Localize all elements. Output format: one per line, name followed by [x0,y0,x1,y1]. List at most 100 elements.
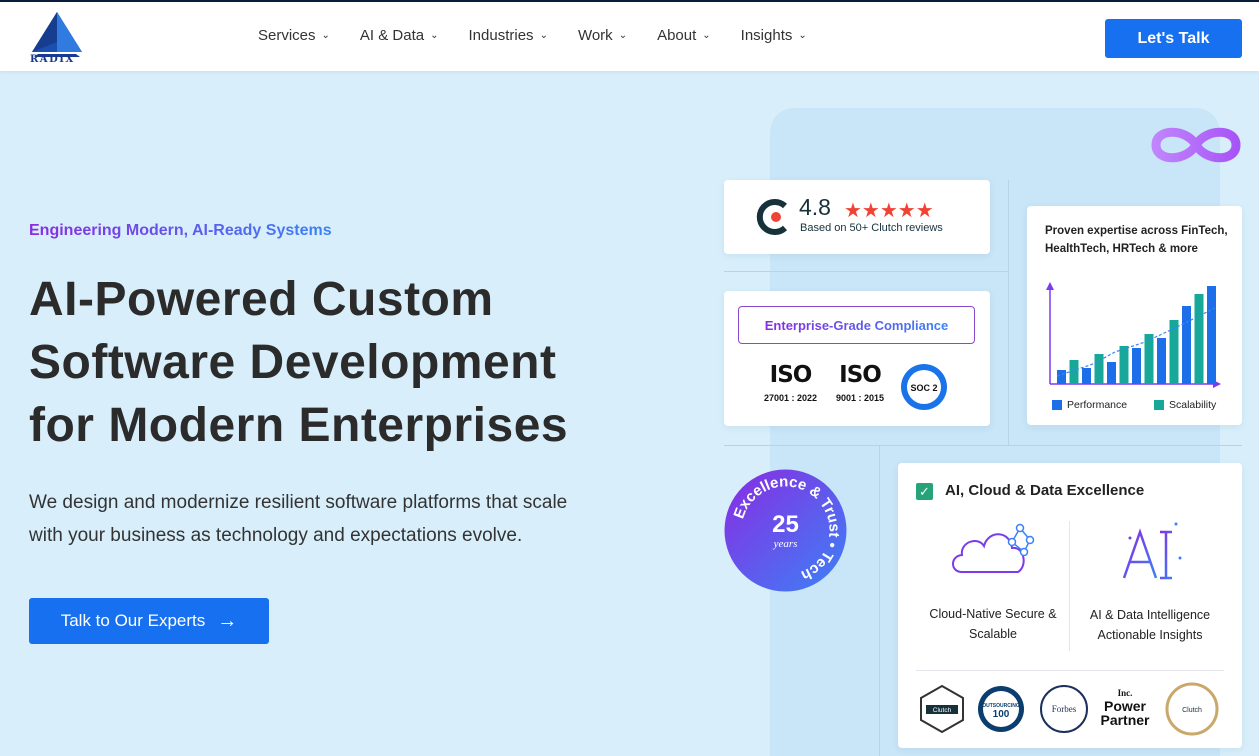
legend-label: Scalability [1169,399,1217,411]
badge-text: Clutch [933,707,952,714]
check-icon: ✓ [916,483,933,500]
iso-word: ISO [769,362,813,388]
menu-label: Insights [740,27,793,44]
menu-label: Work [577,27,613,44]
button-label: Talk to Our Experts [60,611,206,630]
badge-text: Clutch [1182,707,1202,714]
chevron-down-icon: ⌄ [430,30,439,41]
menu-label: About [657,27,697,44]
caption-line: Cloud-Native Secure & [929,607,1057,621]
main-menu: Services ⌄ AI & Data ⌄ Industries ⌄ Work ⌄ A… [258,27,837,44]
grid-line [724,271,1008,272]
ai-data-caption: AI & Data Intelligence Actionable Insigh… [1074,605,1226,645]
caption-line: Scalable [969,627,1017,641]
chart-bar [1157,338,1166,384]
menu-item-work[interactable]: Work ⌄ [578,27,627,44]
outsourcing-100-badge: OUTSOURCING 100 [978,686,1024,732]
iso-caption: 9001 : 2015 [836,393,885,403]
clutch-top-companies-badge: Clutch [1165,682,1219,736]
chevron-down-icon: ⌄ [539,30,548,41]
menu-item-ai-data[interactable]: AI & Data ⌄ [360,27,439,44]
compliance-title: Enterprise-Grade Compliance [764,317,949,333]
card-divider [1069,521,1070,651]
arrow-right-icon: → [217,609,238,632]
menu-item-services[interactable]: Services ⌄ [258,27,330,44]
hero-subtitle-line: We design and modernize resilient softwa… [29,492,568,513]
iso-word: ISO [839,362,882,388]
badge-number: 100 [993,709,1010,720]
clutch-rating-card[interactable]: 4.8 ★★★★★ Based on 50+ Clutch reviews [724,180,990,254]
chevron-down-icon: ⌄ [618,30,628,41]
forbes-badge: Forbes [1040,685,1088,733]
menu-item-about[interactable]: About ⌄ [657,27,711,44]
menu-label: Industries [468,27,534,44]
legend-performance: Performance [1052,399,1127,411]
lets-talk-button[interactable]: Let's Talk [1105,19,1242,58]
caption-line: Actionable Insights [1097,628,1203,642]
years-excellence-badge: Excellence & Trust • Tech 25 years [724,469,847,592]
grid-line [879,445,880,756]
clutch-reviews-text: Based on 50+ Clutch reviews [800,222,943,234]
menu-label: AI & Data [359,27,425,44]
menu-label: Services [258,27,316,44]
inc-power-partner-badge: Inc. Power Partner [1100,688,1150,728]
expertise-title: Proven expertise across FinTech, HealthT… [1045,225,1228,255]
iso-27001-badge: ISO 27001 : 2022 [764,363,817,403]
legend-scalability: Scalability [1154,399,1216,411]
clutch-award-badge: Clutch [920,685,964,733]
hero-title-line: Software Development [29,336,557,389]
chart-bar [1132,348,1141,384]
chart-bar [1057,370,1066,384]
hero-title-line: AI-Powered Custom [29,273,494,326]
logo-text: RADIX [30,54,75,65]
ai-cloud-card: ✓ AI, Cloud & Data Excellence Cloud-Nati… [898,463,1242,748]
grid-line [724,445,1242,446]
expertise-chart-card: Proven expertise across FinTech, HealthT… [1027,206,1242,425]
badge-text: Forbes [1052,704,1077,714]
iso-caption: 27001 : 2022 [764,393,818,403]
growth-chart-graphic [1046,282,1221,388]
caption-line: AI & Data Intelligence [1089,608,1211,622]
ai-card-title: AI, Cloud & Data Excellence [945,482,1145,499]
badge-text: Inc. [1118,688,1133,698]
chart-axis-arrow [1046,282,1054,290]
chart-bar [1182,306,1191,384]
clutch-score: 4.8 [799,194,831,220]
legend-swatch [1052,400,1062,410]
legend-swatch [1154,400,1164,410]
hero-subtitle: We design and modernize resilient softwa… [29,486,649,552]
clutch-logo-icon [756,199,788,235]
hero-title: AI-Powered Custom Software Development f… [29,268,669,457]
soc2-badge: AICPA SOC 2 [901,364,947,410]
rating-stars: ★★★★★ [844,200,934,222]
years-word: years [773,538,798,550]
hero-subtitle-line: with your business as technology and exp… [29,525,523,546]
soc-top-text: AICPA [915,376,933,382]
menu-item-insights[interactable]: Insights ⌄ [741,27,807,44]
card-divider [916,670,1224,671]
chart-bar [1094,354,1104,384]
legend-label: Performance [1067,399,1128,411]
menu-item-industries[interactable]: Industries ⌄ [469,27,548,44]
soc-main-text: SOC 2 [910,383,937,393]
chart-bar [1107,362,1116,384]
chart-bar [1119,346,1129,384]
chart-bar [1169,320,1179,384]
badge-text: Partner [1100,712,1150,728]
talk-to-experts-button[interactable]: Talk to Our Experts → [29,598,269,644]
infinity-icon [1151,127,1241,163]
cloud-network-icon [952,523,1035,573]
chevron-down-icon: ⌄ [321,30,330,41]
grid-line [1008,180,1009,445]
chevron-down-icon: ⌄ [798,30,807,41]
hero-eyebrow: Engineering Modern, AI-Ready Systems [29,222,332,239]
top-navbar: RADIX Services ⌄ AI & Data ⌄ Industries ⌄ W… [0,0,1259,71]
chart-bar [1207,286,1216,384]
chart-bar [1194,294,1204,384]
chart-bar [1082,368,1091,384]
ai-icon [1122,522,1182,580]
compliance-card: Enterprise-Grade Compliance ISO 27001 : … [724,291,990,426]
cloud-native-caption: Cloud-Native Secure & Scalable [918,604,1068,644]
hero-title-line: for Modern Enterprises [29,399,569,452]
years-number: 25 [772,511,799,538]
